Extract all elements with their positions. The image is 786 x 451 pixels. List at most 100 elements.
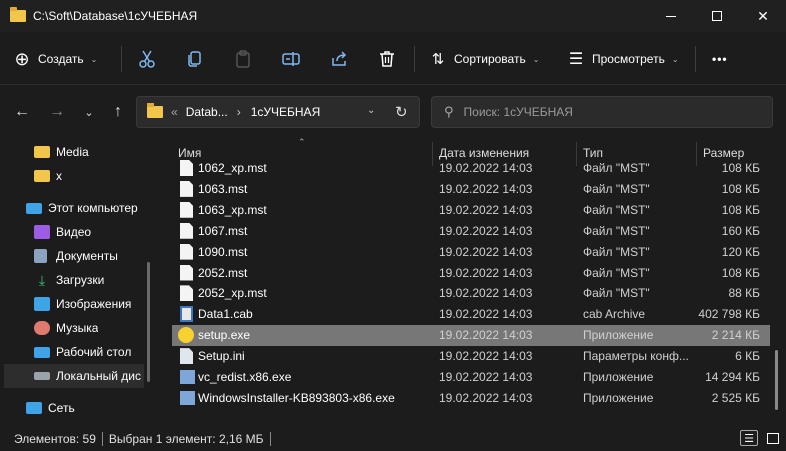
sidebar-scrollbar[interactable] [147,262,150,382]
sidebar-item-label: Загрузки [56,273,105,287]
file-name[interactable]: 1063.mst [198,182,438,196]
pictures-icon [34,297,50,311]
file-name[interactable]: 1063_xp.mst [198,203,438,217]
sidebar-item-documents[interactable]: Документы [34,244,118,268]
file-name[interactable]: 1067.mst [198,224,438,238]
back-button[interactable]: ← [10,100,34,124]
arrow-left-icon: ← [14,103,30,120]
file-row[interactable]: 1090.mst 19.02.2022 14:03 Файл "MST" 120 КБ [172,242,770,263]
forward-button[interactable]: → [45,100,69,124]
delete-button[interactable] [377,44,397,74]
file-name[interactable]: Setup.ini [198,349,438,363]
file-date: 19.02.2022 14:03 [439,390,533,405]
sidebar-item-this-pc[interactable]: Этот компьютер [26,196,138,220]
1c-app-icon [178,327,194,344]
paste-button[interactable] [233,44,253,74]
folder-icon [34,146,50,158]
file-row[interactable]: setup.exe 19.02.2022 14:03 Приложение 2 214… [172,325,770,347]
details-view-button[interactable]: ☰ [740,430,758,446]
more-options-button[interactable]: ••• [712,44,728,74]
sidebar-item-local-disk[interactable]: Локальный дис [4,364,144,388]
file-row[interactable]: 1067.mst 19.02.2022 14:03 Файл "MST" 160 КБ [172,221,770,242]
file-date: 19.02.2022 14:03 [439,328,533,343]
file-date: 19.02.2022 14:03 [439,244,533,259]
file-name[interactable]: Data1.cab [198,307,438,321]
sort-button[interactable]: ⇅ Сортировать ⌄ [428,44,540,74]
arrow-right-icon: → [49,103,65,120]
overflow-crumbs-icon[interactable]: « [171,105,178,119]
video-icon [34,225,50,239]
sidebar-item-music[interactable]: Музыка [34,316,98,340]
view-icon: ☰ [568,51,584,68]
close-button[interactable]: ✕ [740,0,786,32]
sidebar-item-network[interactable]: Сеть [26,396,75,420]
file-size: 108 КБ [721,265,760,280]
file-date: 19.02.2022 14:03 [439,265,533,280]
cut-button[interactable] [137,44,157,74]
sidebar-item-label: Media [56,145,89,159]
cab-icon [180,306,193,323]
refresh-icon[interactable]: ↻ [395,103,408,121]
file-date: 19.02.2022 14:03 [439,223,533,238]
sort-label: Сортировать [454,52,526,66]
maximize-button[interactable] [694,0,740,32]
file-row[interactable]: 2052.mst 19.02.2022 14:03 Файл "MST" 108 КБ [172,263,770,284]
sidebar-item-label: Этот компьютер [48,201,138,215]
file-icon [180,222,193,239]
create-button[interactable]: ⊕ Создать ⌄ [12,44,97,74]
file-name[interactable]: 2052_xp.mst [198,286,438,300]
file-name[interactable]: setup.exe [198,328,438,342]
file-row[interactable]: WindowsInstaller-KB893803-x86.exe 19.02.2… [172,388,770,409]
file-row[interactable]: vc_redist.x86.exe 19.02.2022 14:03 Приложе… [172,367,770,388]
copy-button[interactable] [185,44,205,74]
music-icon [34,321,50,335]
file-name[interactable]: WindowsInstaller-KB893803-x86.exe [198,391,438,405]
sidebar-item-label: Документы [56,249,118,263]
rename-button[interactable] [281,44,301,74]
recent-locations-button[interactable]: ⌄ [77,100,101,124]
sidebar-item-video[interactable]: Видео [34,220,91,244]
search-box[interactable]: ⚲ [431,96,773,128]
file-row[interactable]: Setup.ini 19.02.2022 14:03 Параметры конф.… [172,346,770,367]
desktop-icon [34,346,50,358]
file-name[interactable]: 1090.mst [198,245,438,259]
sidebar-item-label: Музыка [56,321,99,335]
file-row[interactable]: 1063.mst 19.02.2022 14:03 Файл "MST" 108 КБ [172,179,770,200]
file-row[interactable]: 2052_xp.mst 19.02.2022 14:03 Файл "MST" 88 … [172,283,770,304]
command-bar: ⊕ Создать ⌄ ⇅ Сортировать ⌄ ☰ Просмотрет… [0,32,786,85]
search-input[interactable] [463,105,744,119]
network-icon [26,402,42,414]
share-button[interactable] [329,44,349,74]
sidebar-item-media[interactable]: Media [34,140,89,164]
folder-icon [147,103,163,118]
delete-icon [380,51,394,67]
sidebar-item-pictures[interactable]: Изображения [34,292,131,316]
minimize-button[interactable] [648,0,694,32]
breadcrumb-current[interactable]: 1cУЧЕБНАЯ [251,105,321,119]
file-name[interactable]: 1062_xp.mst [198,161,438,175]
status-divider [101,431,103,446]
up-button[interactable]: ↑ [106,100,130,124]
sidebar-item-label: x [56,169,62,183]
sidebar-item-downloads[interactable]: ⤓ Загрузки [34,268,104,292]
view-button[interactable]: ☰ Просмотреть ⌄ [566,44,679,74]
address-history-chevron-icon[interactable]: ⌄ [367,105,375,116]
tiles-view-button[interactable] [764,430,782,446]
sidebar-item-desktop[interactable]: Рабочий стол [34,340,131,364]
file-icon [180,243,193,260]
sort-icon: ⇅ [431,51,445,68]
address-bar[interactable]: « Datab... › 1cУЧЕБНАЯ ⌄ ↻ [136,96,420,128]
file-size: 108 КБ [721,181,760,196]
ini-icon [180,348,193,365]
file-row[interactable]: 1062_xp.mst 19.02.2022 14:03 Файл "MST" 108… [172,158,770,179]
breadcrumb-database[interactable]: Datab... [186,105,228,119]
file-row[interactable]: 1063_xp.mst 19.02.2022 14:03 Файл "MST" 108… [172,200,770,221]
file-list-scrollbar[interactable] [775,350,778,410]
file-icon [180,180,193,197]
file-date: 19.02.2022 14:03 [439,370,533,384]
file-row[interactable]: Data1.cab 19.02.2022 14:03 cab Archive 402 … [172,304,770,325]
plus-icon: ⊕ [14,48,30,69]
file-name[interactable]: vc_redist.x86.exe [198,370,438,384]
sidebar-item-x[interactable]: x [34,164,62,188]
file-name[interactable]: 2052.mst [198,266,438,280]
